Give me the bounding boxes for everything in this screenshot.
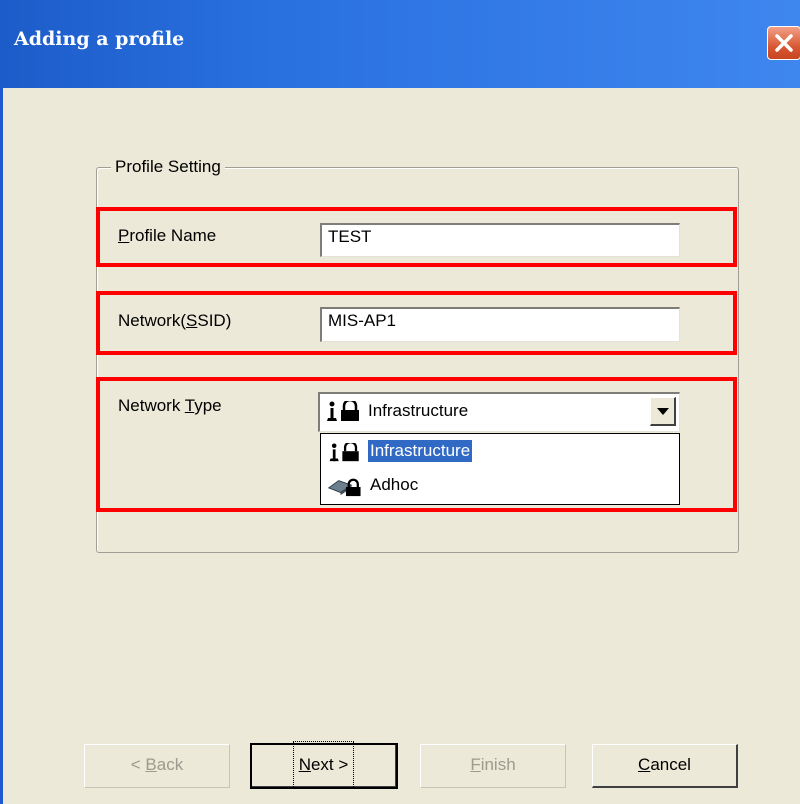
dropdown-option-infrastructure[interactable]: Infrastructure [324, 437, 676, 467]
network-type-label: Network Type [118, 396, 222, 415]
ssid-label: Network(SSID) [118, 311, 232, 330]
close-icon [775, 34, 793, 52]
window-border [0, 88, 3, 804]
back-button[interactable]: < Back [84, 744, 230, 788]
infrastructure-icon [329, 443, 359, 462]
network-type-select[interactable]: Infrastructure [318, 392, 680, 432]
title-bar: Adding a profile [0, 0, 800, 88]
infrastructure-icon [327, 401, 359, 421]
network-type-value: Infrastructure [368, 401, 469, 420]
cancel-button[interactable]: Cancel [592, 744, 738, 788]
option-label: Infrastructure [366, 439, 474, 463]
window-title: Adding a profile [14, 28, 185, 50]
adhoc-icon [327, 478, 361, 497]
close-button[interactable] [767, 26, 800, 60]
profile-name-input[interactable]: TEST [320, 223, 680, 257]
dropdown-arrow-button[interactable] [650, 397, 676, 426]
option-label: Adhoc [370, 475, 419, 494]
group-legend: Profile Setting [111, 157, 225, 177]
finish-button[interactable]: Finish [420, 744, 566, 788]
next-button[interactable]: Next > [250, 741, 398, 789]
profile-name-label: Profile Name [118, 226, 217, 245]
network-type-dropdown-list: Infrastructure Adhoc [320, 433, 680, 505]
dropdown-option-adhoc[interactable]: Adhoc [324, 471, 676, 501]
ssid-input[interactable]: MIS-AP1 [320, 307, 680, 342]
